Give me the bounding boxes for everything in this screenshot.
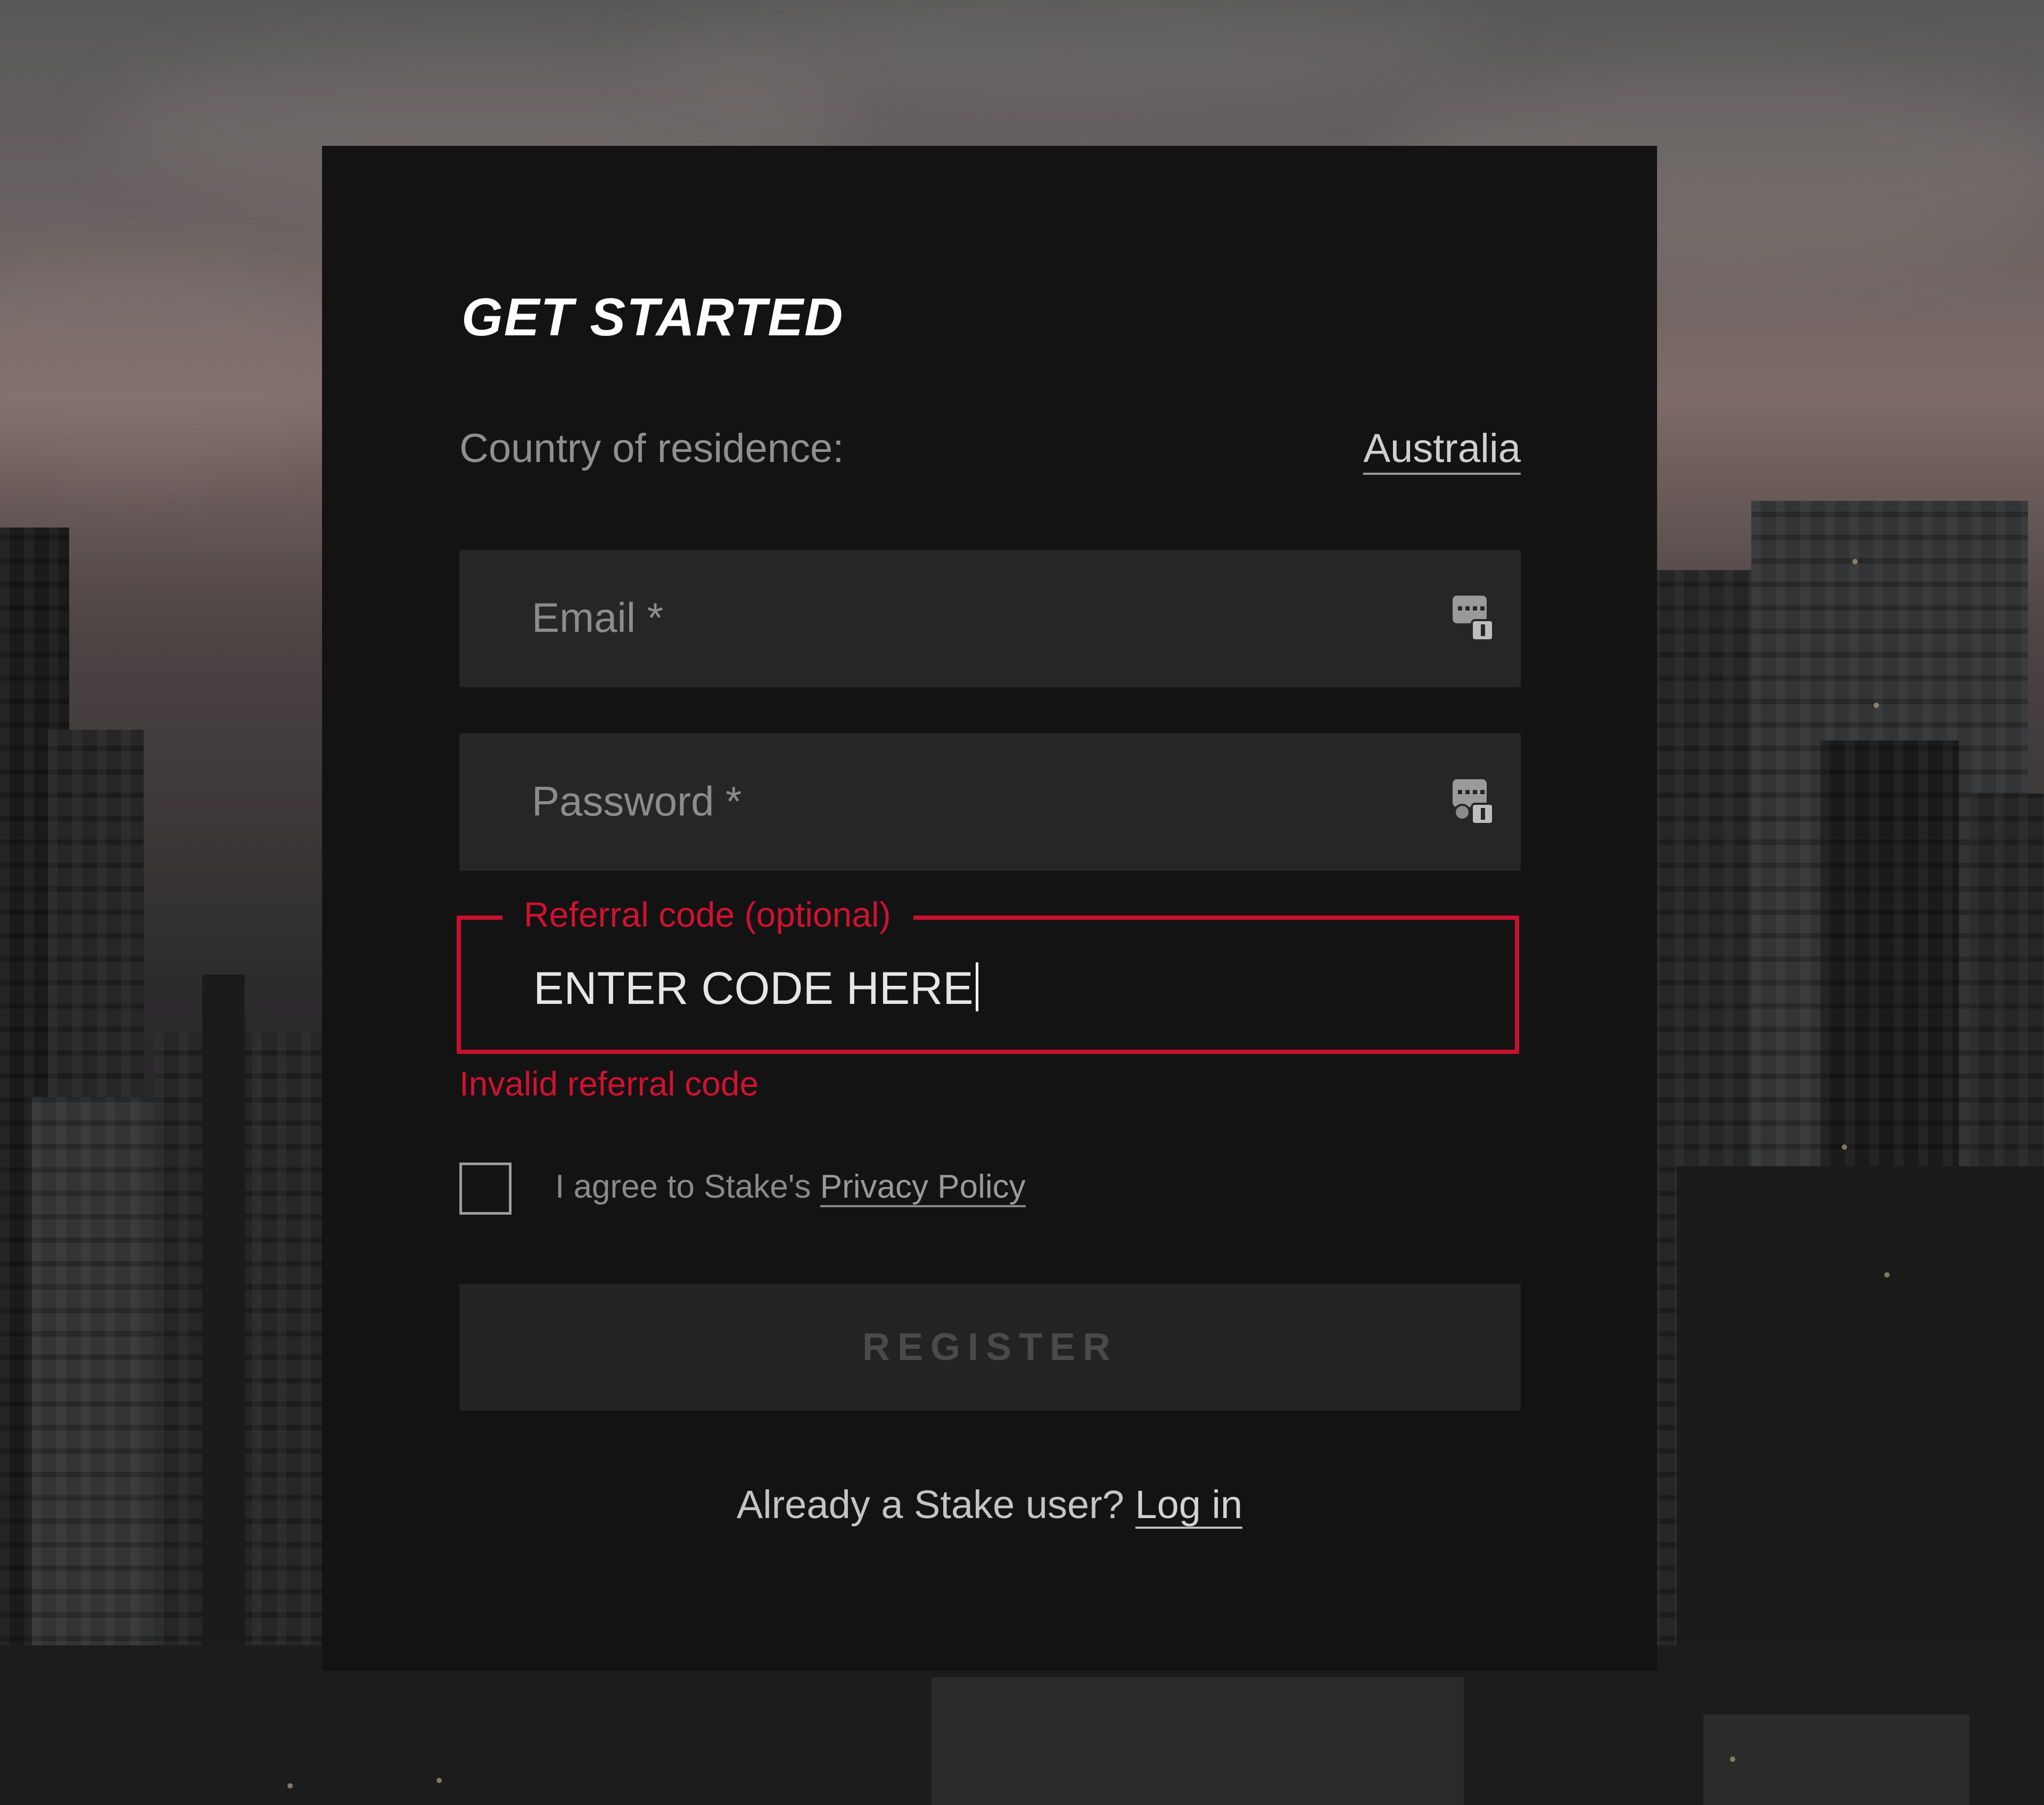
privacy-policy-link[interactable]: Privacy Policy: [820, 1168, 1026, 1207]
login-link[interactable]: Log in: [1135, 1482, 1243, 1529]
referral-code-field[interactable]: Referral code (optional) ENTER CODE HERE: [457, 894, 1519, 1054]
password-manager-key-icon[interactable]: [1450, 594, 1495, 641]
country-row: Country of residence: Australia: [459, 425, 1521, 494]
password-manager-key-icon[interactable]: [1450, 777, 1495, 825]
register-button[interactable]: REGISTER: [459, 1284, 1521, 1411]
privacy-agreement-checkbox[interactable]: [459, 1163, 512, 1215]
country-selector-link[interactable]: Australia: [1363, 425, 1521, 475]
password-placeholder: Password *: [532, 778, 742, 825]
privacy-agreement-label: I agree to Stake's: [555, 1168, 811, 1205]
text-caret: [975, 962, 978, 1011]
login-prompt-text: Already a Stake user?: [736, 1482, 1124, 1527]
email-placeholder: Email *: [532, 594, 664, 641]
page-title: GET STARTED: [461, 287, 844, 347]
privacy-agreement-text: I agree to Stake's Privacy Policy: [555, 1168, 1026, 1207]
email-field[interactable]: Email *: [459, 550, 1521, 687]
referral-error-message: Invalid referral code: [459, 1065, 759, 1103]
referral-code-value: ENTER CODE HERE: [533, 963, 974, 1014]
login-prompt: Already a Stake user? Log in: [322, 1482, 1657, 1529]
referral-code-input[interactable]: ENTER CODE HERE: [533, 962, 978, 1015]
registration-card: GET STARTED Country of residence: Austra…: [322, 146, 1657, 1671]
password-field[interactable]: Password *: [459, 733, 1521, 871]
referral-code-label: Referral code (optional): [502, 894, 913, 935]
country-label: Country of residence:: [459, 426, 844, 471]
